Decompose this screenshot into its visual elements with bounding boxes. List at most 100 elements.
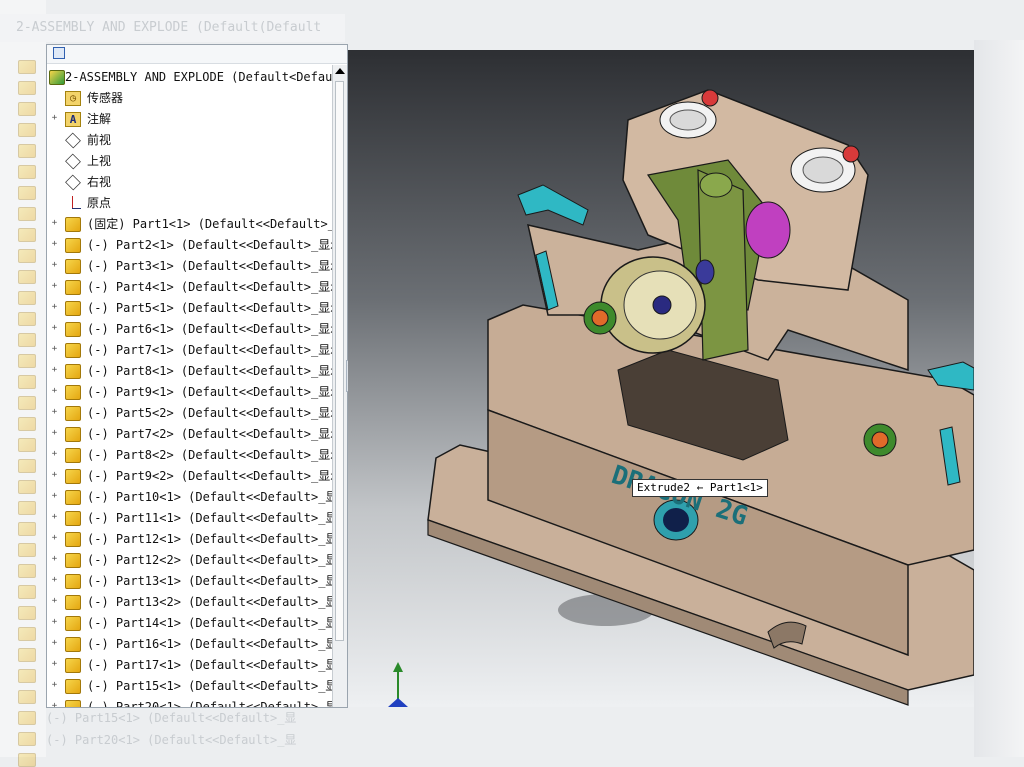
expand-icon[interactable]: + — [51, 408, 58, 417]
tree-part-row[interactable]: + (-) Part8<2> (Default<<Default>_显示 — [47, 445, 342, 466]
tree-item-annotations[interactable]: + A 注解 — [47, 109, 333, 130]
assembly-icon — [49, 70, 65, 85]
part-icon — [65, 238, 81, 253]
graphics-viewport[interactable]: DRAGON 2G Extrude2 ← Part1<1> — [348, 50, 974, 707]
expand-icon[interactable]: + — [51, 513, 58, 522]
expand-icon[interactable]: + — [51, 261, 58, 270]
expand-icon[interactable]: + — [51, 303, 58, 312]
tree-part-row[interactable]: + (-) Part2<1> (Default<<Default>_显示 — [47, 235, 342, 256]
ghost-part-icon — [18, 543, 36, 557]
tree-scrollbar[interactable] — [332, 65, 347, 707]
expand-icon[interactable]: + — [51, 471, 58, 480]
tree-part-label: (-) Part7<1> (Default<<Default>_显示 — [87, 343, 343, 357]
part-icon — [65, 679, 81, 694]
tree-part-label: (-) Part16<1> (Default<<Default>_显 — [87, 637, 338, 651]
tree-item-right-plane[interactable]: 右视 — [47, 172, 333, 193]
tree-part-row[interactable]: + (-) Part17<1> (Default<<Default>_显 — [47, 655, 337, 676]
tree-part-row[interactable]: + (-) Part16<1> (Default<<Default>_显 — [47, 634, 337, 655]
expand-icon[interactable]: + — [51, 702, 58, 708]
tree-part-label: (-) Part13<1> (Default<<Default>_显 — [87, 574, 338, 588]
ghost-part-icon — [18, 249, 36, 263]
expand-icon[interactable]: + — [51, 450, 58, 459]
expand-icon[interactable]: + — [51, 114, 58, 123]
expand-icon[interactable]: + — [51, 618, 58, 627]
tree-item-front-plane[interactable]: 前视 — [47, 130, 333, 151]
expand-icon[interactable]: + — [51, 597, 58, 606]
tree-part-row[interactable]: + (-) Part4<1> (Default<<Default>_显示 — [47, 277, 342, 298]
ghost-part-icon — [18, 375, 36, 389]
tree-root[interactable]: 2-ASSEMBLY AND EXPLODE (Default<Defau — [47, 67, 333, 88]
expand-icon[interactable]: + — [51, 240, 58, 249]
assembly-model[interactable]: DRAGON 2G — [348, 50, 974, 707]
red-screw — [701, 89, 719, 107]
ghost-part-icon — [18, 291, 36, 305]
tree-part-row[interactable]: + (-) Part13<2> (Default<<Default>_显 — [47, 592, 337, 613]
tree-part-label: (-) Part12<2> (Default<<Default>_显 — [87, 553, 338, 567]
tree-part-row[interactable]: + (-) Part9<2> (Default<<Default>_显示 — [47, 466, 342, 487]
part-icon — [65, 343, 81, 358]
expand-icon[interactable]: + — [51, 534, 58, 543]
triad-z-icon — [388, 698, 408, 707]
expand-icon[interactable]: + — [51, 660, 58, 669]
tree-part-row[interactable]: + (-) Part20<1> (Default<<Default>_显 — [47, 697, 337, 708]
tree-item-top-plane[interactable]: 上视 — [47, 151, 333, 172]
expand-icon[interactable]: + — [51, 681, 58, 690]
tree-item-origin[interactable]: 原点 — [47, 193, 333, 214]
tree-part-row[interactable]: + (-) Part13<1> (Default<<Default>_显 — [47, 571, 337, 592]
wheel-hub — [652, 295, 672, 315]
tree-part-label: (-) Part11<1> (Default<<Default>_显 — [87, 511, 338, 525]
expand-icon[interactable]: + — [51, 345, 58, 354]
tree-part-row[interactable]: + (-) Part12<2> (Default<<Default>_显 — [47, 550, 337, 571]
ghost-title: 2-ASSEMBLY AND EXPLODE (Default(Default — [0, 14, 345, 42]
expand-icon[interactable]: + — [51, 366, 58, 375]
tree-item-label: 传感器 — [87, 91, 124, 105]
tree-part-row[interactable]: + (-) Part12<1> (Default<<Default>_显 — [47, 529, 337, 550]
tree-part-row[interactable]: + (-) Part10<1> (Default<<Default>_显 — [47, 487, 337, 508]
tree-part-label: (-) Part7<2> (Default<<Default>_显示 — [87, 427, 343, 441]
tree-item-label: 右视 — [87, 175, 112, 189]
tree-part-label: (-) Part6<1> (Default<<Default>_显示 — [87, 322, 343, 336]
ghost-part-icon — [18, 354, 36, 368]
tree-part-label: (-) Part20<1> (Default<<Default>_显 — [87, 700, 338, 708]
expand-icon[interactable]: + — [51, 282, 58, 291]
tree-part-row[interactable]: + (固定) Part1<1> (Default<<Default>_ — [47, 214, 335, 235]
tree-part-row[interactable]: + (-) Part15<1> (Default<<Default>_显 — [47, 676, 337, 697]
tree-part-row[interactable]: + (-) Part9<1> (Default<<Default>_显示 — [47, 382, 342, 403]
expand-icon[interactable]: + — [51, 324, 58, 333]
ghost-part-icon — [18, 123, 36, 137]
ghost-part-icon — [18, 753, 36, 767]
part-icon — [65, 301, 81, 316]
tree-part-row[interactable]: + (-) Part7<2> (Default<<Default>_显示 — [47, 424, 342, 445]
tree-item-sensors[interactable]: ◷ 传感器 — [47, 88, 333, 109]
ghost-part-icon — [18, 669, 36, 683]
ghost-row: (-) Part20<1> (Default<<Default>_显 — [46, 733, 297, 747]
tree-part-label: (-) Part3<1> (Default<<Default>_显示 — [87, 259, 343, 273]
scroll-thumb[interactable] — [335, 81, 344, 641]
expand-icon[interactable]: + — [51, 429, 58, 438]
tree-part-label: (-) Part12<1> (Default<<Default>_显 — [87, 532, 338, 546]
tree-part-row[interactable]: + (-) Part14<1> (Default<<Default>_显 — [47, 613, 337, 634]
tree-part-row[interactable]: + (-) Part7<1> (Default<<Default>_显示 — [47, 340, 342, 361]
tree-part-row[interactable]: + (-) Part11<1> (Default<<Default>_显 — [47, 508, 337, 529]
expand-icon[interactable]: + — [51, 576, 58, 585]
expand-icon[interactable]: + — [51, 387, 58, 396]
tree-part-row[interactable]: + (-) Part5<2> (Default<<Default>_显示 — [47, 403, 342, 424]
plane-icon — [65, 132, 81, 149]
tree-part-row[interactable]: + (-) Part6<1> (Default<<Default>_显示 — [47, 319, 342, 340]
tree-part-row[interactable]: + (-) Part3<1> (Default<<Default>_显示 — [47, 256, 342, 277]
magenta-bushing — [745, 201, 791, 259]
tree-part-label: (-) Part17<1> (Default<<Default>_显 — [87, 658, 338, 672]
tree-item-label: 原点 — [87, 196, 112, 210]
expand-icon[interactable]: + — [51, 219, 58, 228]
ghost-part-icon — [18, 417, 36, 431]
part-icon — [65, 490, 81, 505]
expand-icon[interactable]: + — [51, 639, 58, 648]
filter-icon[interactable] — [53, 47, 65, 59]
tree-part-row[interactable]: + (-) Part8<1> (Default<<Default>_显示 — [47, 361, 342, 382]
part-icon — [65, 385, 81, 400]
tree-part-label: (-) Part5<2> (Default<<Default>_显示 — [87, 406, 343, 420]
tree-part-row[interactable]: + (-) Part5<1> (Default<<Default>_显示 — [47, 298, 342, 319]
scroll-up-icon[interactable] — [335, 68, 345, 74]
expand-icon[interactable]: + — [51, 555, 58, 564]
expand-icon[interactable]: + — [51, 492, 58, 501]
